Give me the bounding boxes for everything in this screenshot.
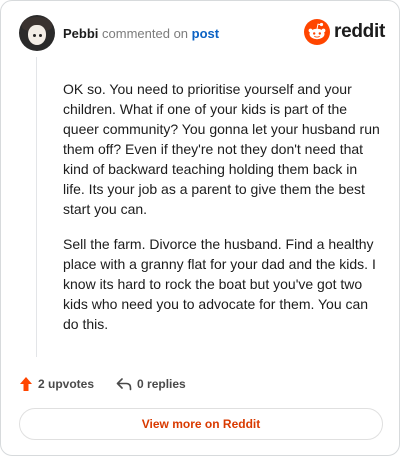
username-link[interactable]: Pebbi [63, 26, 98, 41]
comment-header: Pebbi commented on post reddit [19, 15, 385, 55]
comment-byline: Pebbi commented on post [63, 26, 219, 41]
upvote-button[interactable]: 2 upvotes [19, 376, 94, 392]
post-link[interactable]: post [192, 26, 219, 41]
reply-count: 0 replies [137, 377, 186, 391]
reddit-logo[interactable]: reddit [304, 19, 385, 45]
commented-on-text: commented on [102, 26, 189, 41]
upvote-count: 2 upvotes [38, 377, 95, 391]
reddit-snoo-icon [304, 19, 331, 45]
reply-button[interactable]: 0 replies [116, 377, 186, 391]
avatar-eye-left [33, 34, 36, 37]
comment-card: Pebbi commented on post reddit OK so. Yo… [0, 0, 400, 456]
reply-icon [116, 378, 132, 391]
comment-actions: 2 upvotes 0 replies [19, 374, 208, 394]
avatar-face [28, 25, 46, 45]
thread-line [36, 57, 37, 357]
reddit-wordmark: reddit [334, 21, 385, 42]
user-avatar[interactable] [19, 15, 55, 51]
comment-body: OK so. You need to prioritise yourself a… [63, 79, 381, 349]
comment-paragraph: Sell the farm. Divorce the husband. Find… [63, 236, 376, 332]
avatar-eye-right [39, 34, 42, 37]
upvote-arrow-icon [20, 377, 32, 391]
comment-paragraph: OK so. You need to prioritise yourself a… [63, 81, 380, 217]
view-more-on-reddit-button[interactable]: View more on Reddit [19, 408, 383, 440]
